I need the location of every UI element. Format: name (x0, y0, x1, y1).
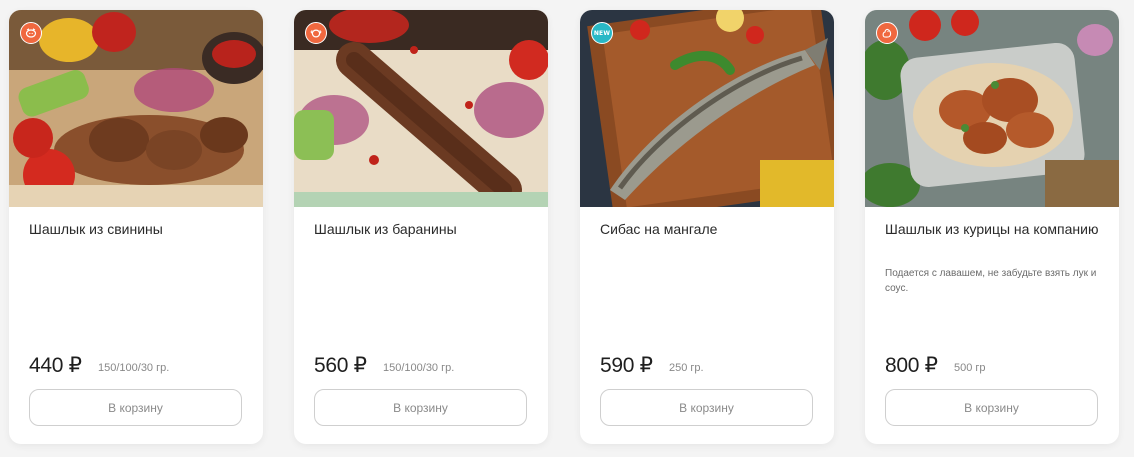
product-weight: 250 гр. (669, 362, 704, 374)
product-price: 590 ₽ (600, 354, 653, 377)
product-price: 560 ₽ (314, 354, 367, 377)
product-grid: Шашлык из свинины 440 ₽ 150/100/30 гр. В… (0, 0, 1134, 457)
pig-icon (20, 22, 42, 44)
product-photo[interactable] (865, 10, 1119, 207)
new-badge-label: NEW (593, 29, 611, 37)
product-price: 440 ₽ (29, 354, 82, 377)
product-weight: 150/100/30 гр. (383, 362, 455, 374)
product-photo[interactable]: NEW (580, 10, 834, 207)
add-to-cart-button[interactable]: В корзину (29, 389, 242, 426)
add-to-cart-button[interactable]: В корзину (885, 389, 1098, 426)
product-card[interactable]: Шашлык из баранины 560 ₽ 150/100/30 гр. … (294, 10, 548, 444)
sheep-icon (305, 22, 327, 44)
product-name[interactable]: Шашлык из курицы на компанию (885, 221, 1105, 238)
chicken-icon (876, 22, 898, 44)
product-description: Подается с лавашем, не забудьте взять лу… (885, 268, 1097, 294)
add-to-cart-button[interactable]: В корзину (314, 389, 527, 426)
product-price: 800 ₽ (885, 354, 938, 377)
product-weight: 500 гр (954, 362, 986, 374)
product-photo[interactable] (9, 10, 263, 207)
product-card[interactable]: NEW Сибас на мангале 590 ₽ 250 гр. В кор… (580, 10, 834, 444)
product-name[interactable]: Сибас на мангале (600, 221, 820, 238)
product-name[interactable]: Шашлык из баранины (314, 221, 534, 238)
product-weight: 150/100/30 гр. (98, 362, 170, 374)
product-card[interactable]: Шашлык из свинины 440 ₽ 150/100/30 гр. В… (9, 10, 263, 444)
new-badge: NEW (591, 22, 613, 44)
add-to-cart-button[interactable]: В корзину (600, 389, 813, 426)
product-name[interactable]: Шашлык из свинины (29, 221, 249, 238)
product-card[interactable]: Шашлык из курицы на компанию Подается с … (865, 10, 1119, 444)
product-photo[interactable] (294, 10, 548, 207)
